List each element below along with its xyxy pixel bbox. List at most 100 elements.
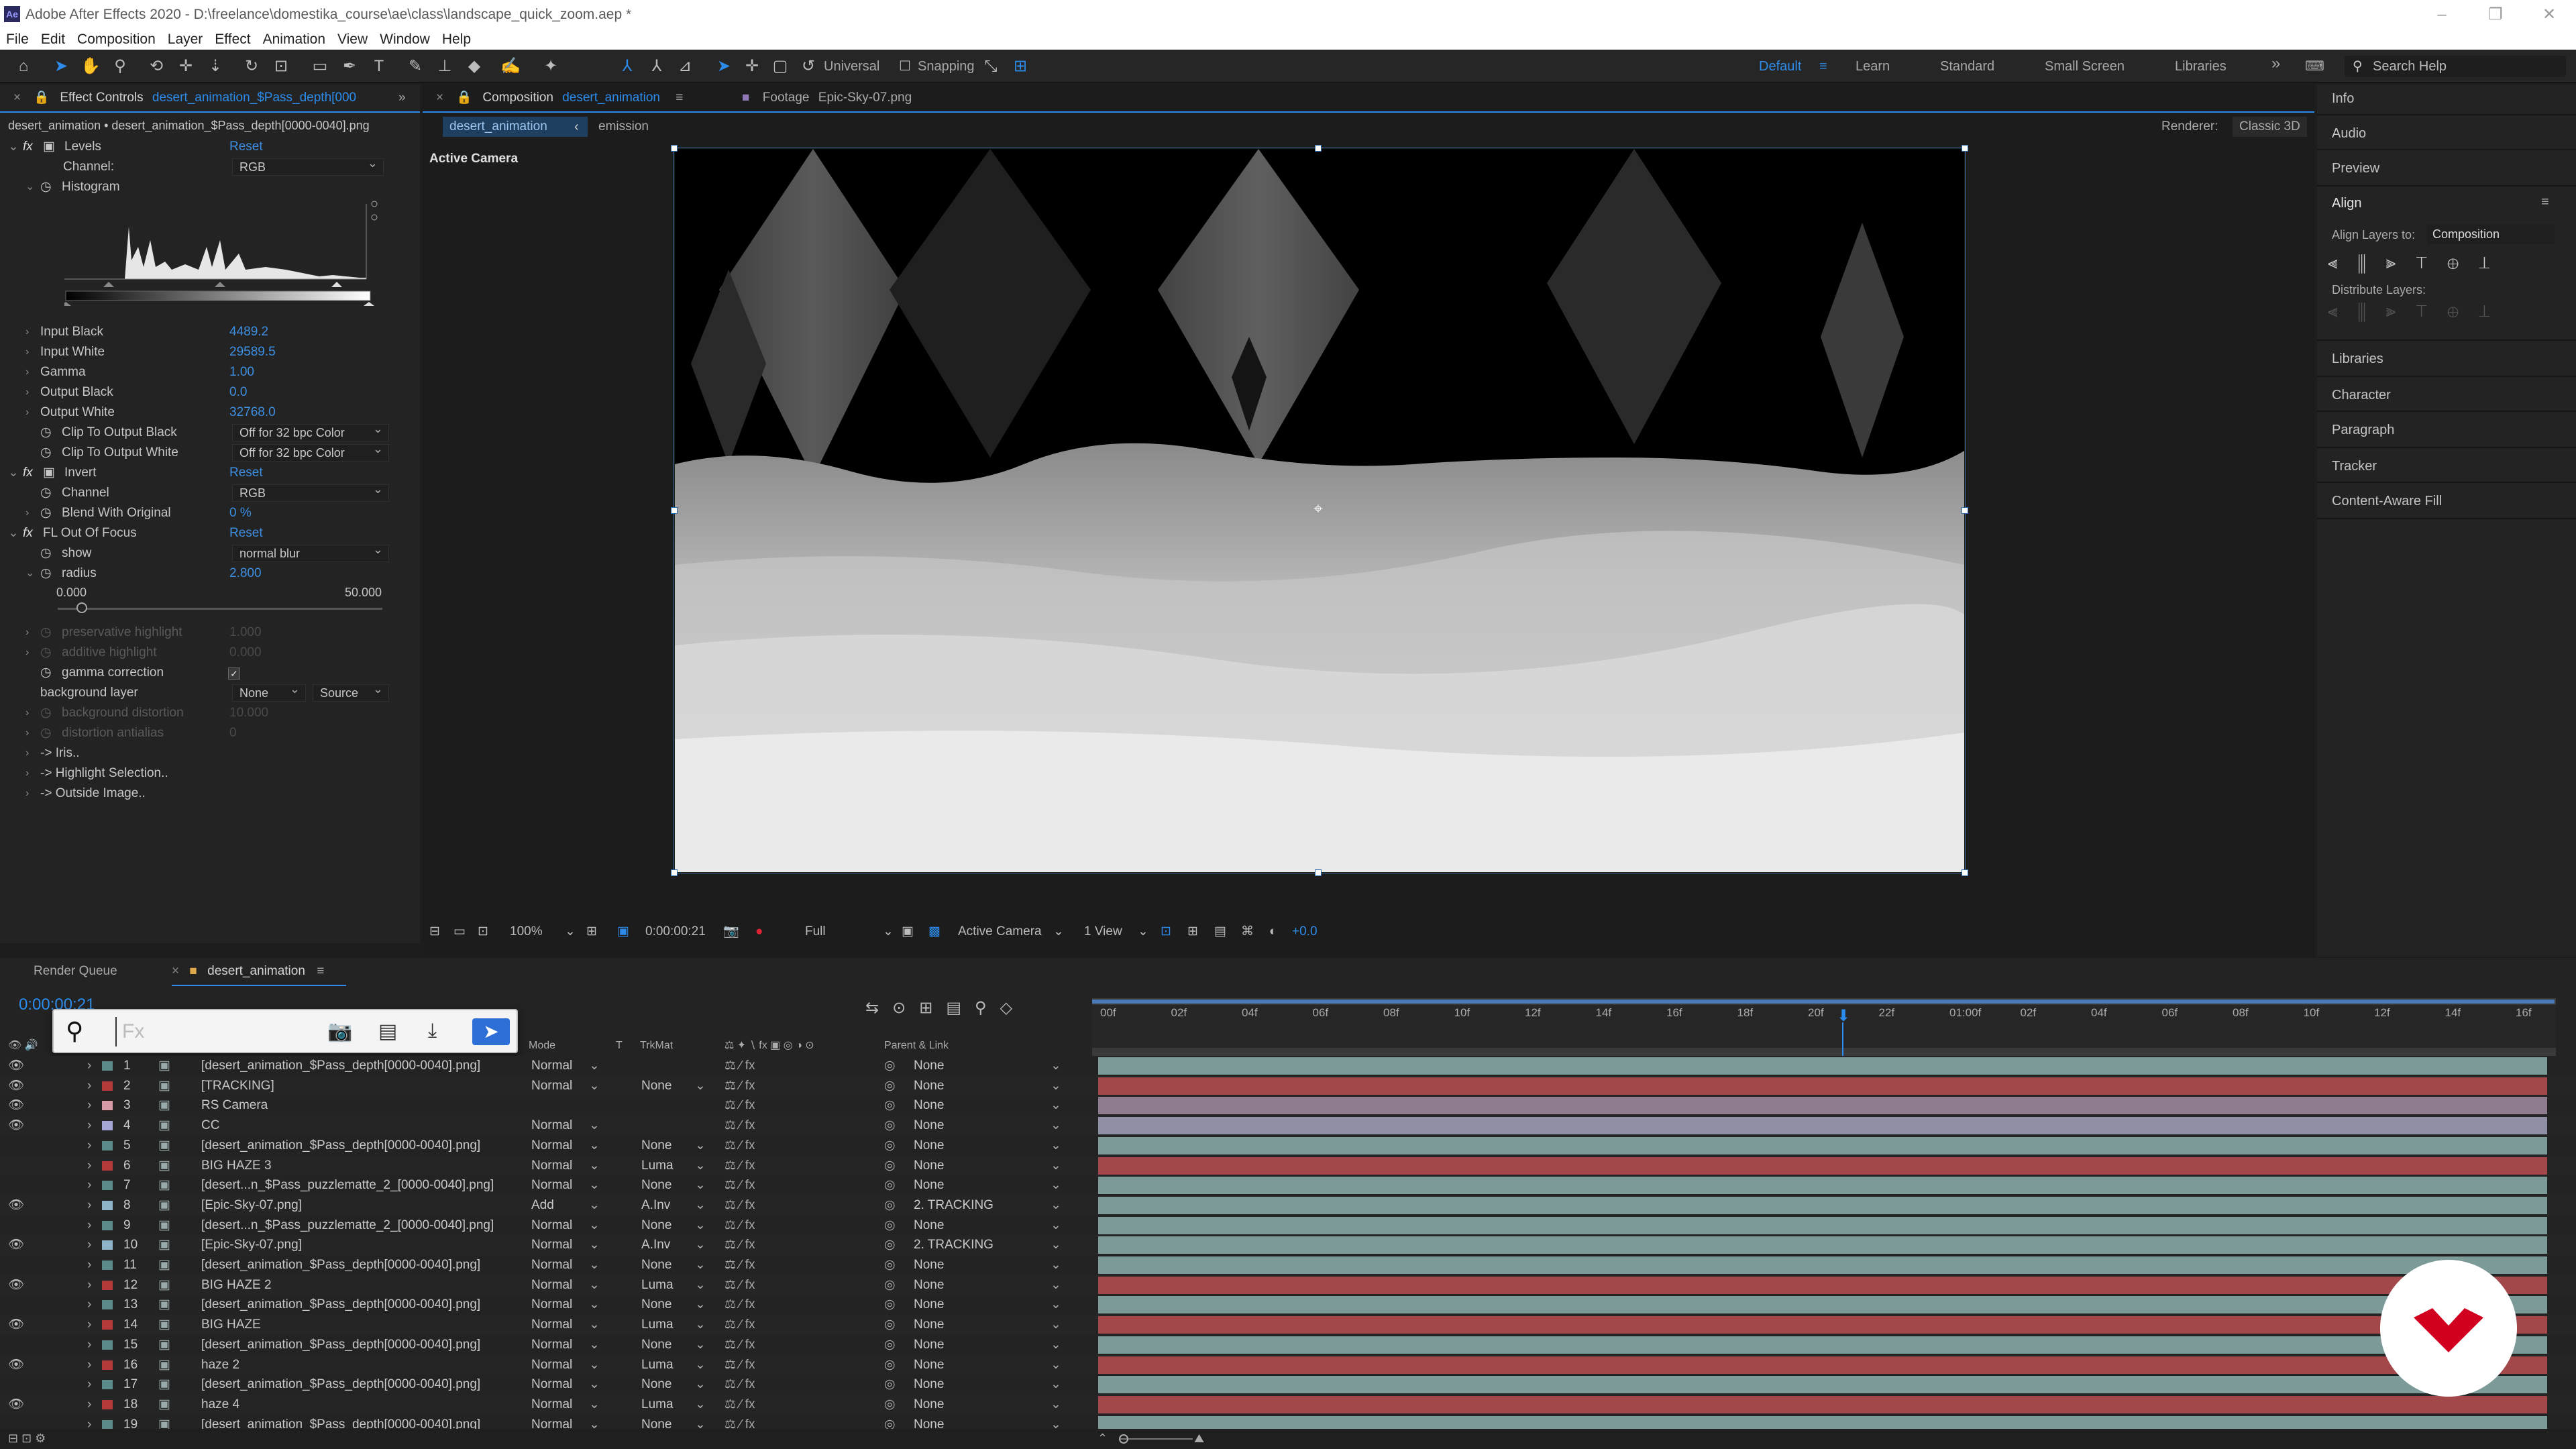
trkmat-dropdown-icon[interactable]: ⌄: [695, 1255, 706, 1275]
visibility-eye-icon[interactable]: 👁: [8, 1315, 24, 1335]
layer-duration-bar[interactable]: [1098, 1236, 2547, 1254]
output-black-value[interactable]: 0.0: [229, 382, 247, 402]
collapse-icon[interactable]: ⌄: [25, 564, 34, 584]
invert-reset[interactable]: Reset: [229, 463, 263, 483]
layer-trkmat-dropdown[interactable]: A.Inv: [641, 1195, 670, 1216]
layer-parent-dropdown[interactable]: None: [914, 1335, 944, 1355]
trkmat-dropdown-icon[interactable]: ⌄: [695, 1235, 706, 1255]
keyboard-shortcut-icon[interactable]: ⌨: [2305, 58, 2324, 75]
layer-label-color[interactable]: [102, 1399, 113, 1409]
layer-parent-dropdown[interactable]: None: [914, 1315, 944, 1335]
parent-dropdown-icon[interactable]: ⌄: [1051, 1195, 1061, 1216]
timeline-layer-row[interactable]: 👁 › 16 ▣ haze 2 Normal ⌄ Luma ⌄ ⚖ ∕ fx ◎ None ⌄: [0, 1354, 2576, 1375]
visibility-eye-icon[interactable]: 👁: [8, 1235, 24, 1255]
layer-expand-icon[interactable]: ›: [87, 1076, 91, 1096]
scale-icon[interactable]: ▢: [770, 56, 790, 76]
layer-expand-icon[interactable]: ›: [87, 1136, 91, 1156]
radius-slider-handle[interactable]: [76, 602, 87, 613]
layer-parent-dropdown[interactable]: None: [914, 1216, 944, 1236]
collapse-icon[interactable]: ⌄: [8, 523, 19, 543]
visibility-eye-icon[interactable]: 👁: [8, 1275, 24, 1295]
audio-panel-tab[interactable]: Audio: [2332, 126, 2366, 142]
pan-behind-icon[interactable]: ⊡: [271, 56, 291, 76]
parent-link-header[interactable]: Parent & Link: [884, 1037, 949, 1055]
layer-name[interactable]: [desert...n_$Pass_puzzlematte_2_[0000-00…: [201, 1175, 494, 1195]
zoom-out-icon[interactable]: ⌃: [1097, 1432, 1108, 1446]
color-channel-icon[interactable]: ●: [755, 920, 763, 943]
parent-dropdown-icon[interactable]: ⌄: [1051, 1235, 1061, 1255]
show-dropdown[interactable]: normal blur: [232, 541, 389, 562]
parent-dropdown-icon[interactable]: ⌄: [1051, 1275, 1061, 1295]
trkmat-dropdown-icon[interactable]: ⌄: [695, 1275, 706, 1295]
parent-dropdown-icon[interactable]: ⌄: [1051, 1136, 1061, 1156]
expand-icon[interactable]: ›: [25, 703, 29, 723]
layer-expand-icon[interactable]: ›: [87, 1175, 91, 1195]
layer-parent-dropdown[interactable]: None: [914, 1056, 944, 1076]
parent-pickwhip-icon[interactable]: ◎: [884, 1195, 896, 1216]
more-workspaces-icon[interactable]: »: [2271, 55, 2280, 72]
layer-duration-bar[interactable]: [1098, 1216, 2547, 1234]
snapping-checkbox[interactable]: ☐: [895, 56, 915, 76]
stopwatch-icon[interactable]: ◷: [40, 543, 52, 564]
layer-switches-icons[interactable]: ⚖ ∕ fx: [724, 1056, 755, 1076]
layer-name[interactable]: [Epic-Sky-07.png]: [201, 1235, 302, 1255]
mode-dropdown-icon[interactable]: ⌄: [589, 1195, 600, 1216]
tracker-panel-tab[interactable]: Tracker: [2332, 459, 2377, 474]
timeline-layer-row[interactable]: › 5 ▣ [desert_animation_$Pass_depth[0000-00…: [0, 1135, 2576, 1156]
snapshot-icon[interactable]: 📷: [723, 920, 739, 943]
menu-effect[interactable]: Effect: [215, 32, 250, 47]
resolution-dropdown-icon[interactable]: ⌄: [883, 920, 894, 943]
subtab-emission[interactable]: emission: [598, 117, 649, 137]
layer-switches-icons[interactable]: ⚖ ∕ fx: [724, 1295, 755, 1315]
expand-icon[interactable]: ›: [25, 322, 29, 342]
layer-duration-bar[interactable]: [1098, 1256, 2547, 1274]
trkmat-dropdown-icon[interactable]: ⌄: [695, 1216, 706, 1236]
mode-dropdown-icon[interactable]: ⌄: [589, 1255, 600, 1275]
parent-pickwhip-icon[interactable]: ◎: [884, 1216, 896, 1236]
timeline-layer-row[interactable]: › 6 ▣ BIG HAZE 3 Normal ⌄ Luma ⌄ ⚖ ∕ fx ◎ None ⌄: [0, 1155, 2576, 1176]
rectangle-tool-icon[interactable]: ▭: [310, 56, 330, 76]
workspace-standard[interactable]: Standard: [1940, 58, 1994, 75]
layer-duration-bar[interactable]: [1098, 1077, 2547, 1095]
layer-expand-icon[interactable]: ›: [87, 1116, 91, 1136]
fast-previews-icon[interactable]: ⊞: [1187, 920, 1198, 943]
parent-pickwhip-icon[interactable]: ◎: [884, 1395, 896, 1415]
effect-focus-header[interactable]: ⌄ fx FL Out Of Focus Reset: [0, 523, 396, 543]
layer-duration-bar[interactable]: [1098, 1316, 2547, 1334]
trkmat-dropdown-icon[interactable]: ⌄: [695, 1375, 706, 1395]
mode-dropdown-icon[interactable]: ⌄: [589, 1116, 600, 1136]
layer-switches-icons[interactable]: ⚖ ∕ fx: [724, 1315, 755, 1335]
layer-name[interactable]: [desert_animation_$Pass_depth[0000-0040]…: [201, 1255, 480, 1275]
histogram-expand-icon[interactable]: ⌄: [25, 177, 34, 197]
layer-parent-dropdown[interactable]: None: [914, 1076, 944, 1096]
trkmat-dropdown-icon[interactable]: ⌄: [695, 1076, 706, 1096]
mode-dropdown-icon[interactable]: ⌄: [589, 1275, 600, 1295]
layer-expand-icon[interactable]: ›: [87, 1156, 91, 1176]
puppet-pin-icon[interactable]: ✦: [541, 56, 561, 76]
safe-zones-icon[interactable]: ⊞: [586, 920, 597, 943]
world-axis-icon[interactable]: ⅄: [647, 56, 667, 76]
mode-dropdown-icon[interactable]: ⌄: [589, 1295, 600, 1315]
expand-icon[interactable]: ›: [25, 342, 29, 362]
parent-pickwhip-icon[interactable]: ◎: [884, 1275, 896, 1295]
zoom-slider-handle[interactable]: [1119, 1434, 1128, 1444]
layer-duration-bar[interactable]: [1098, 1157, 2547, 1175]
layer-switches-icons[interactable]: ⚖ ∕ fx: [724, 1156, 755, 1176]
paragraph-panel-tab[interactable]: Paragraph: [2332, 423, 2394, 438]
fx-icon[interactable]: fx: [23, 137, 33, 157]
expand-icon[interactable]: ›: [25, 382, 29, 402]
layer-parent-dropdown[interactable]: None: [914, 1255, 944, 1275]
layer-trkmat-dropdown[interactable]: None: [641, 1136, 672, 1156]
effect-levels-header[interactable]: ⌄ fx ▣ Levels Reset: [0, 137, 396, 157]
parent-pickwhip-icon[interactable]: ◎: [884, 1295, 896, 1315]
layer-parent-dropdown[interactable]: None: [914, 1175, 944, 1195]
close-tab-icon[interactable]: ×: [436, 91, 443, 105]
parent-pickwhip-icon[interactable]: ◎: [884, 1355, 896, 1375]
stopwatch-icon[interactable]: ◷: [40, 443, 52, 463]
close-tab-icon[interactable]: ×: [13, 91, 21, 105]
move-icon[interactable]: ✛: [742, 56, 762, 76]
timeline-layer-row[interactable]: 👁 › 1 ▣ [desert_animation_$Pass_depth[0000-0…: [0, 1056, 2576, 1076]
stopwatch-icon[interactable]: ◷: [40, 564, 52, 584]
layer-parent-dropdown[interactable]: None: [914, 1136, 944, 1156]
snap-option-icon[interactable]: ⤡: [981, 56, 1001, 76]
